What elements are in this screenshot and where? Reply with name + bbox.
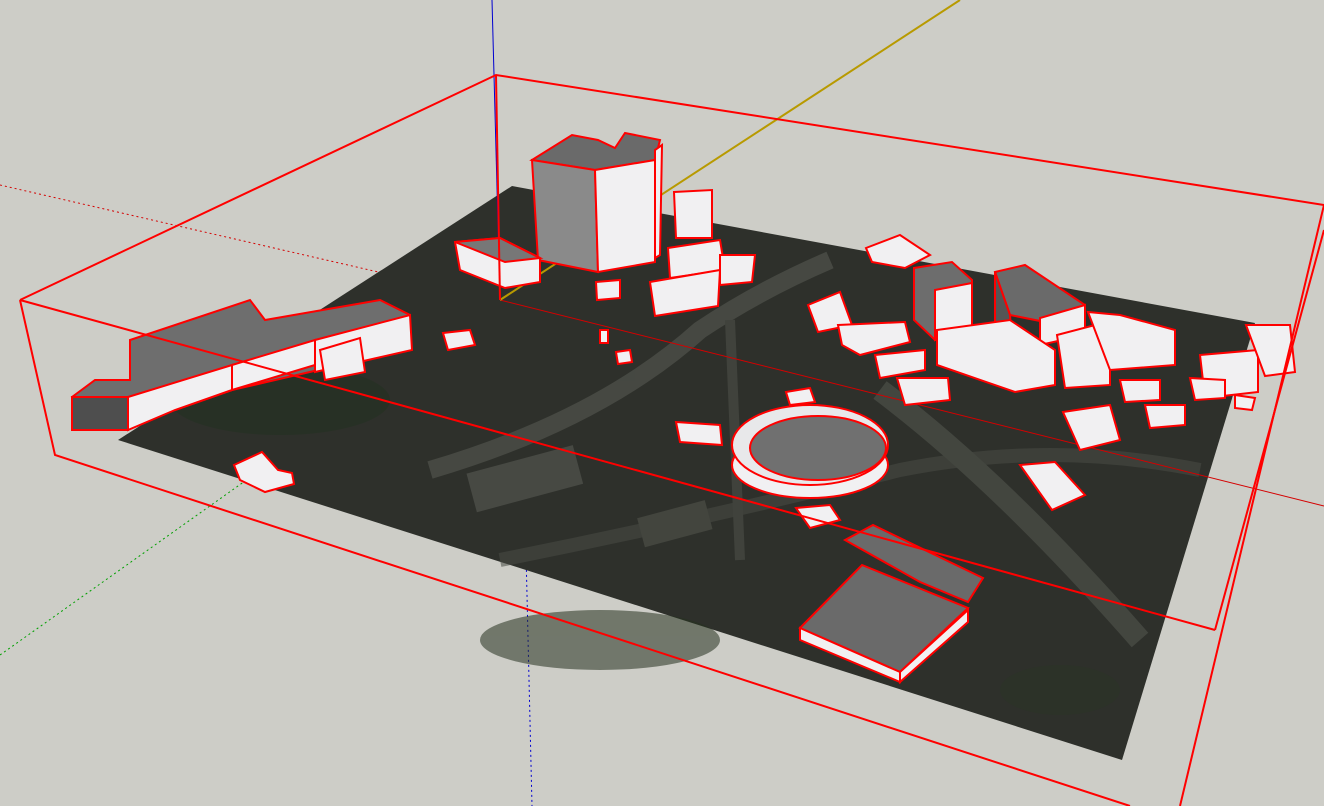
scene-canvas[interactable] [0, 0, 1324, 806]
tower-building[interactable] [529, 131, 664, 274]
model-viewport[interactable] [0, 0, 1324, 806]
